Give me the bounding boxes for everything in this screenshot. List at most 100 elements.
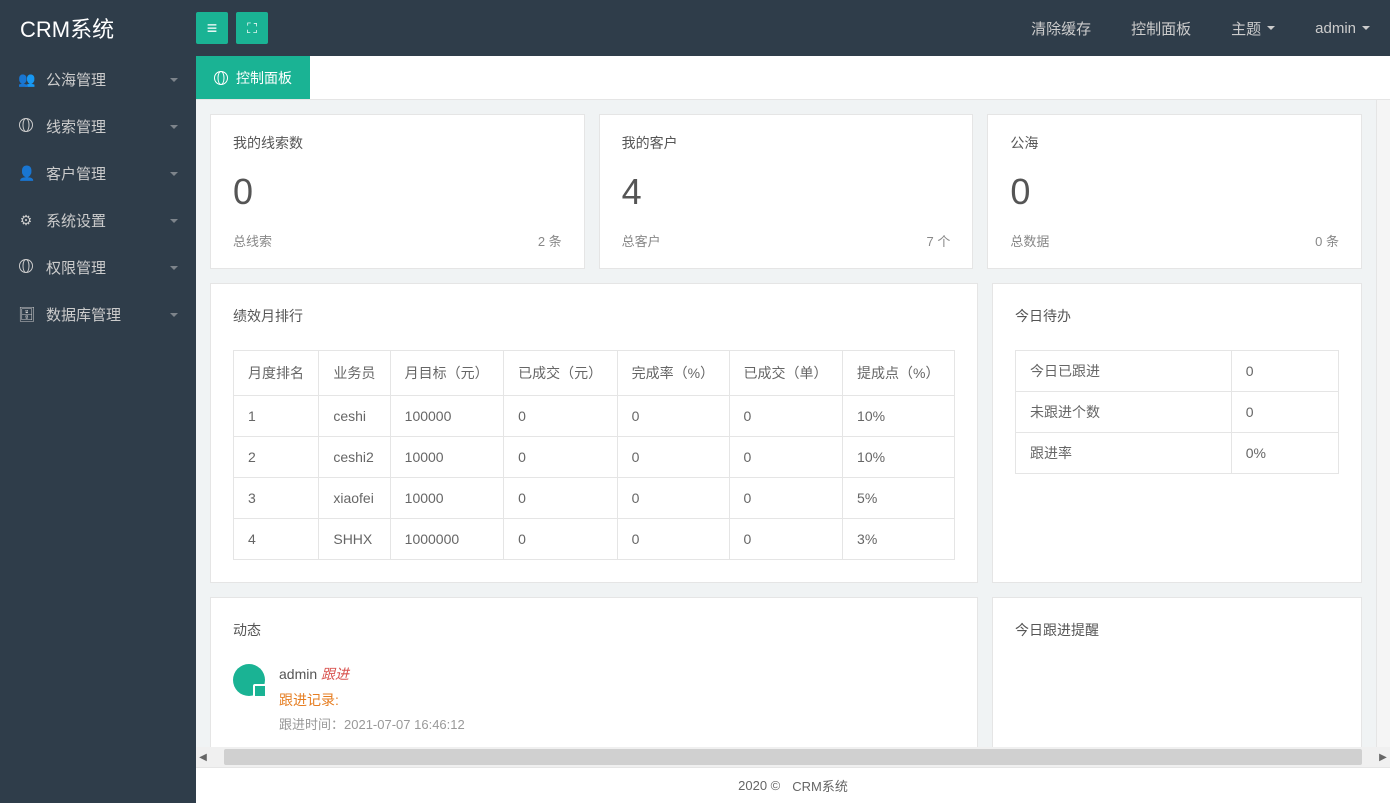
brand-title: CRM系统 <box>20 12 196 44</box>
user-dropdown[interactable]: admin <box>1315 20 1370 37</box>
table-header: 已成交（单） <box>729 351 842 396</box>
card-title: 我的客户 <box>622 133 951 153</box>
table-cell: 10% <box>843 437 955 478</box>
table-cell: 4 <box>234 519 319 560</box>
card-title: 公海 <box>1010 133 1339 153</box>
table-cell: SHHX <box>319 519 390 560</box>
theme-dropdown[interactable]: 主题 <box>1231 18 1275 39</box>
sidebar-item-shujuku[interactable]: 🗄 数据库管理 <box>0 291 196 338</box>
main-area: 控制面板 我的线索数 0 总线索2 条 我的客户 4 总客户7 个 <box>196 56 1390 803</box>
todo-table: 今日已跟进0未跟进个数0跟进率0% <box>1015 350 1339 474</box>
tab-control-panel[interactable]: 控制面板 <box>196 56 310 99</box>
table-cell: 2 <box>234 437 319 478</box>
activity-user: admin <box>279 666 317 682</box>
globe-icon <box>214 71 228 85</box>
table-row: 跟进率0% <box>1016 433 1339 474</box>
clear-cache-link[interactable]: 清除缓存 <box>1031 18 1091 39</box>
activity-item: admin 跟进 跟进记录: 跟进时间：2021-07-07 16:46:12 <box>233 664 955 733</box>
sidebar-item-label: 系统设置 <box>46 210 106 231</box>
sidebar-item-xitong[interactable]: ⚙ 系统设置 <box>0 197 196 244</box>
header-right: 清除缓存 控制面板 主题 admin <box>1031 18 1370 39</box>
user-icon: 👤 <box>18 165 34 182</box>
table-row: 2ceshi21000000010% <box>234 437 955 478</box>
chevron-down-icon <box>170 219 178 223</box>
menu-toggle-button[interactable] <box>196 12 228 44</box>
table-cell: 10000 <box>390 437 503 478</box>
table-header: 月度排名 <box>234 351 319 396</box>
table-cell: ceshi2 <box>319 437 390 478</box>
table-cell: xiaofei <box>319 478 390 519</box>
table-cell: 0 <box>504 478 617 519</box>
fullscreen-button[interactable] <box>236 12 268 44</box>
card-number: 0 <box>1010 171 1339 213</box>
todo-value: 0 <box>1231 392 1338 433</box>
user-group-icon: 👥 <box>18 71 34 88</box>
globe-icon <box>18 259 34 276</box>
header-buttons <box>196 12 268 44</box>
top-header: CRM系统 清除缓存 控制面板 主题 admin <box>0 0 1390 56</box>
sidebar-item-quanxian[interactable]: 权限管理 <box>0 244 196 291</box>
table-cell: 10000 <box>390 478 503 519</box>
horizontal-scrollbar[interactable]: ◀ ▶ <box>196 747 1390 767</box>
activity-panel: 动态 admin 跟进 跟进记录: 跟进时间：2021-07-07 16:46:… <box>210 597 978 747</box>
stat-card-leads[interactable]: 我的线索数 0 总线索2 条 <box>210 114 585 269</box>
panel-title: 绩效月排行 <box>233 306 955 326</box>
table-cell: 3% <box>843 519 955 560</box>
sidebar-item-label: 客户管理 <box>46 163 106 184</box>
footer-copyright: 2020 © <box>738 778 780 793</box>
stat-card-gonghai[interactable]: 公海 0 总数据0 条 <box>987 114 1362 269</box>
table-cell: 0 <box>617 396 729 437</box>
sidebar-item-label: 数据库管理 <box>46 304 121 325</box>
chevron-down-icon <box>170 78 178 82</box>
table-header: 已成交（元） <box>504 351 617 396</box>
table-cell: 0 <box>729 519 842 560</box>
chevron-down-icon <box>170 125 178 129</box>
scroll-left-arrow[interactable]: ◀ <box>196 752 210 763</box>
scroll-right-arrow[interactable]: ▶ <box>1376 752 1390 763</box>
activity-action: 跟进 <box>321 666 349 682</box>
table-header: 月目标（元） <box>390 351 503 396</box>
tab-bar: 控制面板 <box>196 56 1390 100</box>
card-sub-value: 7 个 <box>927 231 951 250</box>
table-cell: 0 <box>504 519 617 560</box>
table-cell: 0 <box>504 396 617 437</box>
gear-icon: ⚙ <box>18 212 34 229</box>
panel-title: 动态 <box>233 620 955 640</box>
table-cell: ceshi <box>319 396 390 437</box>
footer: 2020 © CRM系统 <box>196 767 1390 803</box>
table-cell: 0 <box>617 478 729 519</box>
expand-icon <box>247 20 257 37</box>
table-row: 4SHHX10000000003% <box>234 519 955 560</box>
table-cell: 0 <box>617 437 729 478</box>
activity-time-label: 跟进时间： <box>279 717 344 732</box>
sidebar-item-label: 公海管理 <box>46 69 106 90</box>
footer-name: CRM系统 <box>792 776 848 795</box>
tab-label: 控制面板 <box>236 68 292 88</box>
scroll-track[interactable] <box>224 749 1362 765</box>
table-row: 1ceshi10000000010% <box>234 396 955 437</box>
ranking-table: 月度排名业务员月目标（元）已成交（元）完成率（%）已成交（单）提成点（%） 1c… <box>233 350 955 560</box>
table-cell: 0 <box>617 519 729 560</box>
control-panel-link[interactable]: 控制面板 <box>1131 18 1191 39</box>
table-row: 今日已跟进0 <box>1016 351 1339 392</box>
sidebar-item-xiansuo[interactable]: 线索管理 <box>0 103 196 150</box>
globe-icon <box>18 118 34 135</box>
table-row: 未跟进个数0 <box>1016 392 1339 433</box>
sidebar-item-label: 权限管理 <box>46 257 106 278</box>
stat-card-customers[interactable]: 我的客户 4 总客户7 个 <box>599 114 974 269</box>
todo-label: 跟进率 <box>1016 433 1232 474</box>
panel-title: 今日待办 <box>1015 306 1339 326</box>
sidebar-item-kehu[interactable]: 👤 客户管理 <box>0 150 196 197</box>
table-cell: 5% <box>843 478 955 519</box>
todo-label: 未跟进个数 <box>1016 392 1232 433</box>
table-header: 完成率（%） <box>617 351 729 396</box>
table-cell: 0 <box>729 437 842 478</box>
reminder-panel: 今日跟进提醒 <box>992 597 1362 747</box>
vertical-scrollbar[interactable] <box>1376 100 1390 747</box>
chevron-down-icon <box>170 172 178 176</box>
stat-cards: 我的线索数 0 总线索2 条 我的客户 4 总客户7 个 公海 0 总数据0 条 <box>210 114 1362 269</box>
database-icon: 🗄 <box>18 306 34 323</box>
sidebar-item-gonghai[interactable]: 👥 公海管理 <box>0 56 196 103</box>
todo-value: 0 <box>1231 351 1338 392</box>
table-header: 业务员 <box>319 351 390 396</box>
